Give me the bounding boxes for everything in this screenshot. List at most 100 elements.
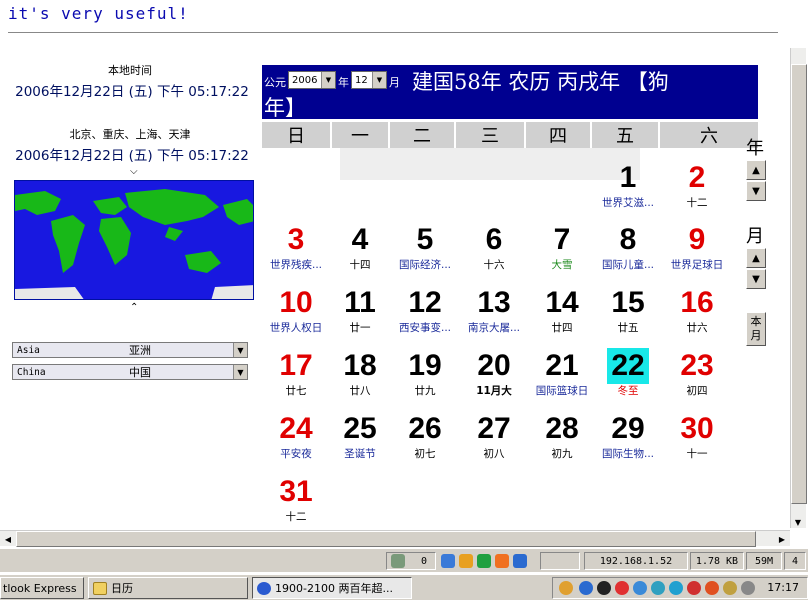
- calendar-day-22[interactable]: 22 冬至: [596, 348, 660, 406]
- horizontal-scrollbar[interactable]: ◀ ▶: [0, 530, 790, 547]
- day-annotation: 世界足球日: [670, 259, 724, 271]
- edit-icon[interactable]: [513, 554, 527, 568]
- puzzle-icon[interactable]: [459, 554, 473, 568]
- taskbar-item-outlook-label: tlook Express: [3, 581, 77, 595]
- popup-count-value: 0: [420, 555, 427, 567]
- dropdown-arrow-icon[interactable]: ▼: [233, 343, 247, 357]
- calendar-day-29[interactable]: 29 国际生物...: [596, 411, 660, 469]
- calendar-day-9[interactable]: 9 世界足球日: [665, 222, 729, 280]
- horizontal-scroll-thumb[interactable]: [16, 531, 756, 547]
- calendar-day-26[interactable]: 26 初七: [393, 411, 457, 469]
- day-number: 20: [477, 349, 511, 382]
- download-icon[interactable]: [651, 581, 665, 595]
- network-icon[interactable]: [559, 581, 573, 595]
- calendar-day-20[interactable]: 20 11月大: [462, 348, 526, 406]
- dropdown-arrow-icon[interactable]: ▼: [321, 72, 335, 88]
- taskbar-item-calendar-label: 日历: [111, 582, 133, 595]
- page-size: 1.78 KB: [690, 552, 744, 570]
- background-watermark: [340, 148, 640, 180]
- globe-icon[interactable]: [441, 554, 455, 568]
- calendar-day-6[interactable]: 6 十六: [462, 222, 526, 280]
- calendar-day-13[interactable]: 13 南京大屠...: [462, 285, 526, 343]
- tools-icon[interactable]: [723, 581, 737, 595]
- calendar-day-31[interactable]: 31 十二: [264, 474, 328, 532]
- calendar-day-15[interactable]: 15 廿五: [596, 285, 660, 343]
- calendar-day-2[interactable]: 2 十二: [665, 160, 729, 218]
- local-time-label: 本地时间: [108, 64, 152, 77]
- calendar-day-11[interactable]: 11 廿一: [328, 285, 392, 343]
- system-tray: 17:17: [552, 577, 808, 599]
- month-select[interactable]: 12 ▼: [351, 71, 387, 89]
- calendar-title: 建国58年 农历 丙戌年 【狗: [412, 70, 669, 94]
- calendar-day-18[interactable]: 18 廿八: [328, 348, 392, 406]
- internet-icon[interactable]: [669, 581, 683, 595]
- calendar-day-23[interactable]: 23 初四: [665, 348, 729, 406]
- year-select[interactable]: 2006 ▼: [288, 71, 336, 89]
- qq-penguin-icon[interactable]: [597, 581, 611, 595]
- world-map[interactable]: [14, 180, 254, 300]
- calendar-day-25[interactable]: 25 圣诞节: [328, 411, 392, 469]
- chevron-down-icon[interactable]: ⌵: [130, 166, 138, 177]
- browser-tray-icon[interactable]: [579, 581, 593, 595]
- trash-icon: [391, 554, 405, 568]
- calendar-day-8[interactable]: 8 国际儿童...: [596, 222, 660, 280]
- antivirus-icon[interactable]: [615, 581, 629, 595]
- calendar-day-30[interactable]: 30 十一: [665, 411, 729, 469]
- calendar-day-19[interactable]: 19 廿九: [393, 348, 457, 406]
- calendar-day-7[interactable]: 7 大雪: [530, 222, 594, 280]
- calendar-day-12[interactable]: 12 西安事变...: [393, 285, 457, 343]
- day-number: 29: [611, 412, 645, 445]
- status-extra: 4: [784, 552, 806, 570]
- player-icon[interactable]: [687, 581, 701, 595]
- calendar-day-14[interactable]: 14 廿四: [530, 285, 594, 343]
- day-annotation: 十二: [686, 197, 708, 209]
- dropdown-arrow-icon[interactable]: ▼: [233, 365, 247, 379]
- calendar-day-10[interactable]: 10 世界人权日: [264, 285, 328, 343]
- dropdown-arrow-icon[interactable]: ▼: [372, 72, 386, 88]
- chevron-up-icon[interactable]: ⌃: [130, 302, 138, 313]
- browser-icon: [257, 581, 271, 595]
- triangle-up-icon: ▲: [752, 164, 760, 176]
- weekday-wed: 三: [456, 122, 526, 148]
- calendar-header: 公元 2006 ▼ 年 12 ▼ 月 建国58年 农历 丙戌年 【狗 年】: [262, 65, 758, 120]
- calendar-day-28[interactable]: 28 初九: [530, 411, 594, 469]
- current-month-button[interactable]: 本月: [746, 312, 766, 346]
- star-icon[interactable]: [495, 554, 509, 568]
- month-down-button[interactable]: ▼: [746, 269, 766, 289]
- calendar-day-4[interactable]: 4 十四: [328, 222, 392, 280]
- calendar-day-21[interactable]: 21 国际篮球日: [530, 348, 594, 406]
- calendar-day-5[interactable]: 5 国际经济...: [393, 222, 457, 280]
- scroll-down-icon[interactable]: ▼: [790, 514, 806, 530]
- calendar-day-1[interactable]: 1 世界艾滋...: [596, 160, 660, 218]
- year-up-button[interactable]: ▲: [746, 160, 766, 180]
- day-annotation: 廿六: [686, 322, 708, 334]
- day-annotation: 国际经济...: [398, 259, 451, 271]
- day-annotation: 十四: [349, 259, 371, 271]
- volume-icon[interactable]: [741, 581, 755, 595]
- region-select[interactable]: Asia 亚洲 ▼: [12, 342, 248, 358]
- year-unit-label: 年: [338, 76, 349, 89]
- taskbar-item-calendar-folder[interactable]: 日历: [88, 577, 248, 599]
- popup-block-count[interactable]: 0: [386, 552, 436, 570]
- calendar-day-3[interactable]: 3 世界残疾...: [264, 222, 328, 280]
- year-down-button[interactable]: ▼: [746, 181, 766, 201]
- scroll-right-icon[interactable]: ▶: [774, 531, 790, 547]
- calendar-day-27[interactable]: 27 初八: [462, 411, 526, 469]
- month-up-button[interactable]: ▲: [746, 248, 766, 268]
- calendar-day-24[interactable]: 24 平安夜: [264, 411, 328, 469]
- vertical-scrollbar[interactable]: [790, 48, 807, 528]
- calendar-day-17[interactable]: 17 廿七: [264, 348, 328, 406]
- messenger-icon[interactable]: [633, 581, 647, 595]
- vertical-scroll-thumb[interactable]: [791, 64, 807, 504]
- country-select[interactable]: China 中国 ▼: [12, 364, 248, 380]
- browser-status-bar: 0 192.168.1.52 1.78 KB 59M 4: [0, 548, 808, 572]
- refresh-icon[interactable]: [477, 554, 491, 568]
- security-icon[interactable]: [705, 581, 719, 595]
- taskbar-item-browser[interactable]: 1900-2100 两百年超...: [252, 577, 412, 599]
- day-number: 10: [279, 286, 313, 319]
- country-select-zh: 中国: [129, 366, 151, 379]
- day-annotation: 大雪: [551, 259, 573, 271]
- taskbar-item-outlook[interactable]: tlook Express: [0, 577, 84, 599]
- scroll-left-icon[interactable]: ◀: [0, 531, 16, 547]
- calendar-day-16[interactable]: 16 廿六: [665, 285, 729, 343]
